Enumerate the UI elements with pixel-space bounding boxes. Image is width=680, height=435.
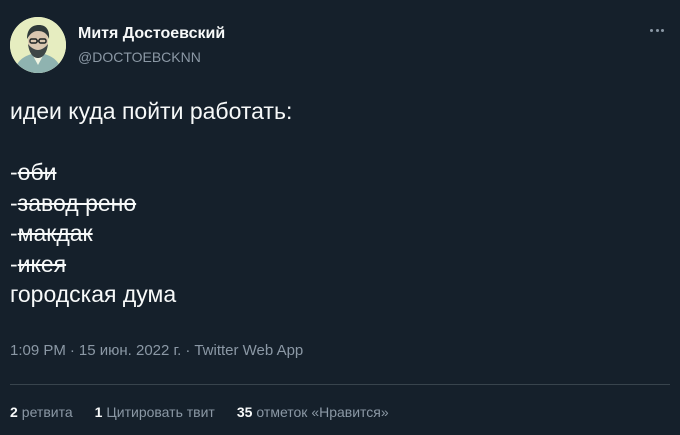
author-handle[interactable]: @DOCTOEBCKNN [78,49,201,65]
tweet-text: идеи куда пойти работать: -оби -завод ре… [10,96,292,310]
tweet-line-prefix: - [10,189,18,216]
more-horizontal-icon [649,28,665,32]
tweet-line: идеи куда пойти работать: [10,96,292,127]
tweet-line: -икея [10,249,292,280]
tweet-stats: 2 ретвита 1 Цитировать твит 35 отметок «Нра… [10,404,411,420]
avatar-portrait-icon [10,17,66,73]
likes-stat[interactable]: 35 отметок «Нравится» [237,404,389,420]
tweet-line: городская дума [10,279,292,310]
tweet-line: -макдак [10,218,292,249]
tweet-line-struck-text: макдак [17,220,93,246]
likes-label: отметок «Нравится» [256,404,389,420]
author-name[interactable]: Митя Достоевский [78,25,225,43]
retweets-label: ретвита [21,404,73,420]
tweet-line: -завод рено [10,188,292,219]
tweet-line-struck-text: икея [17,250,67,277]
likes-count: 35 [236,404,253,420]
tweet-source-link[interactable]: Twitter Web App [194,342,303,359]
tweet-time[interactable]: 1:09 PM [10,342,66,359]
quotes-count: 1 [94,404,103,420]
quotes-stat[interactable]: 1 Цитировать твит [95,404,215,420]
divider [10,384,670,385]
tweet-date[interactable]: 15 июн. 2022 г. [79,342,181,359]
retweets-count: 2 [10,404,18,420]
tweet-line-prefix: - [10,220,18,246]
tweet-line-text: идеи куда пойти работать: [10,98,293,124]
tweet-meta: 1:09 PM · 15 июн. 2022 г. · Twitter Web App [10,342,303,359]
quotes-label: Цитировать твит [106,404,215,420]
tweet-line: -оби [10,157,292,188]
avatar[interactable] [10,17,66,73]
retweets-stat[interactable]: 2 ретвита [10,404,73,420]
tweet-line-struck-text: оби [17,159,57,185]
tweet-line-empty [10,127,292,158]
meta-separator: · [185,342,191,359]
more-options-button[interactable] [644,20,670,40]
tweet-card: Митя Достоевский @DOCTOEBCKNN идеи куда … [0,0,680,435]
tweet-line-struck-text: завод рено [17,189,137,216]
tweet-line-prefix: - [10,250,18,277]
tweet-line-prefix: - [10,159,18,185]
tweet-line-text: городская дума [10,281,177,307]
meta-separator: · [69,342,75,359]
